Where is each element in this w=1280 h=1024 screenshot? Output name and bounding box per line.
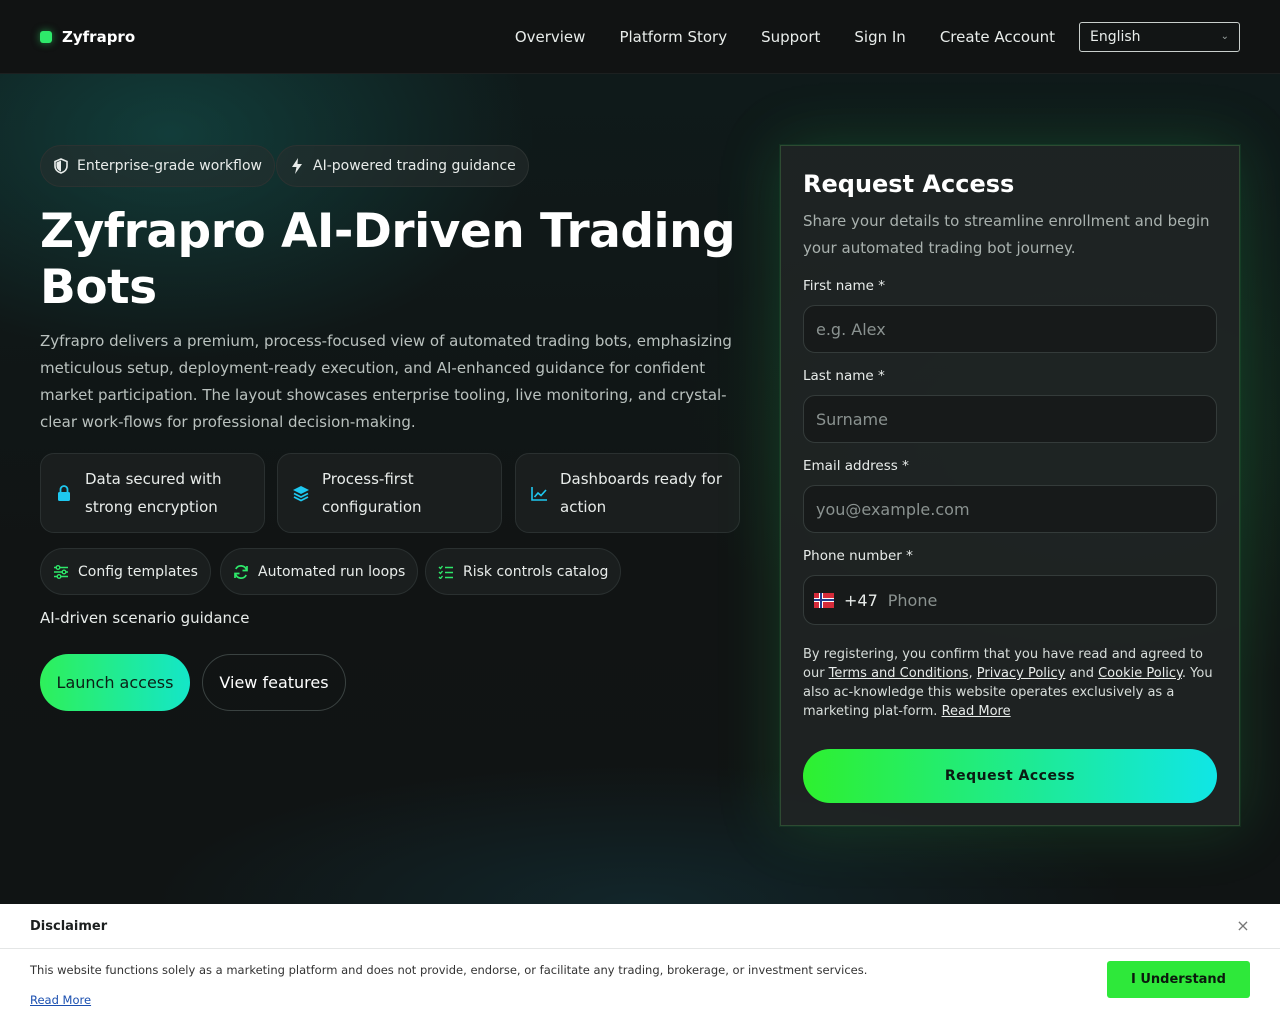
- language-select[interactable]: English ⌄: [1079, 22, 1240, 52]
- pill-ai-guidance: AI-powered trading guidance: [276, 145, 529, 187]
- main-nav: Overview Platform Story Support Sign In …: [515, 0, 1055, 74]
- refresh-icon: [233, 564, 249, 580]
- phone-field: +47: [803, 575, 1217, 625]
- tag-label: Risk controls catalog: [463, 563, 609, 580]
- norway-flag-icon[interactable]: [814, 592, 834, 608]
- legal-comma: ,: [968, 666, 977, 681]
- request-access-form: Request Access Share your details to str…: [780, 145, 1240, 826]
- pill-enterprise-workflow: Enterprise-grade workflow: [40, 145, 275, 187]
- first-name-input[interactable]: [803, 305, 1217, 353]
- understand-button[interactable]: I Understand: [1107, 961, 1250, 998]
- email-label: Email address *: [803, 458, 909, 474]
- feature-card-dashboards: Dashboards ready for action: [515, 453, 740, 533]
- disclaimer-bar: Disclaimer × This website functions sole…: [0, 904, 1280, 1024]
- close-icon[interactable]: ×: [1234, 917, 1252, 935]
- lock-icon: [55, 484, 73, 502]
- tag-label: Automated run loops: [258, 563, 406, 580]
- top-header: Zyfrapro Overview Platform Story Support…: [0, 0, 1280, 74]
- tag-automated-run-loops: Automated run loops: [220, 548, 419, 595]
- disclaimer-title: Disclaimer: [30, 919, 108, 934]
- layers-icon: [292, 485, 310, 502]
- disclaimer-read-more-link[interactable]: Read More: [30, 993, 91, 1007]
- feature-card-label: Dashboards ready for action: [560, 470, 723, 516]
- guidance-text: AI-driven scenario guidance: [40, 609, 250, 627]
- nav-create-account[interactable]: Create Account: [940, 28, 1055, 46]
- nav-overview[interactable]: Overview: [515, 28, 586, 46]
- checklist-icon: [438, 564, 454, 580]
- form-subtitle: Share your details to streamline enrollm…: [803, 212, 1210, 257]
- disclaimer-header: Disclaimer ×: [0, 904, 1280, 949]
- feature-card-label: Process-first configuration: [322, 470, 422, 516]
- logo[interactable]: Zyfrapro: [40, 28, 135, 46]
- logo-mark-icon: [40, 30, 52, 43]
- last-name-input[interactable]: [803, 395, 1217, 443]
- hero-intro: Zyfrapro delivers a premium, process-foc…: [40, 332, 732, 431]
- shield-icon: [53, 158, 69, 174]
- request-access-button[interactable]: Request Access: [803, 749, 1217, 803]
- cookie-link[interactable]: Cookie Policy: [1098, 666, 1182, 681]
- sliders-icon: [53, 564, 69, 580]
- phone-dial-code: +47: [844, 590, 878, 610]
- legal-read-more-link[interactable]: Read More: [942, 704, 1011, 719]
- phone-input[interactable]: [887, 580, 1206, 620]
- logo-text: Zyfrapro: [62, 27, 136, 46]
- line-chart-icon: [530, 486, 548, 501]
- email-input[interactable]: [803, 485, 1217, 533]
- tag-config-templates: Config templates: [40, 548, 211, 595]
- view-features-button[interactable]: View features: [202, 654, 346, 711]
- hero-section: Enterprise-grade workflow AI-powered tra…: [0, 74, 1280, 904]
- terms-link[interactable]: Terms and Conditions: [829, 666, 969, 681]
- first-name-label: First name *: [803, 278, 886, 294]
- nav-support[interactable]: Support: [761, 28, 820, 46]
- pill-label: AI-powered trading guidance: [313, 158, 516, 174]
- privacy-link[interactable]: Privacy Policy: [977, 666, 1066, 681]
- feature-card-encryption: Data secured with strong encryption: [40, 453, 265, 533]
- language-value: English: [1090, 29, 1141, 45]
- last-name-label: Last name *: [803, 368, 885, 384]
- nav-platform-story[interactable]: Platform Story: [619, 28, 727, 46]
- tag-label: Config templates: [78, 563, 198, 580]
- chevron-down-icon: ⌄: [1220, 31, 1229, 42]
- launch-access-button[interactable]: Launch access: [40, 654, 190, 711]
- disclaimer-text: This website functions solely as a marke…: [30, 963, 868, 977]
- feature-card-configuration: Process-first configuration: [277, 453, 502, 533]
- feature-card-label: Data secured with strong encryption: [85, 470, 222, 516]
- legal-and: and: [1065, 666, 1099, 681]
- legal-consent-text: By registering, you confirm that you hav…: [803, 645, 1219, 721]
- pill-label: Enterprise-grade workflow: [77, 158, 262, 174]
- nav-sign-in[interactable]: Sign In: [854, 28, 905, 46]
- tag-risk-controls: Risk controls catalog: [425, 548, 622, 595]
- page-title: Zyfrapro AI-Driven Trading Bots: [40, 204, 736, 315]
- phone-label: Phone number *: [803, 548, 913, 564]
- lightning-icon: [289, 158, 305, 174]
- form-title: Request Access: [803, 170, 1015, 198]
